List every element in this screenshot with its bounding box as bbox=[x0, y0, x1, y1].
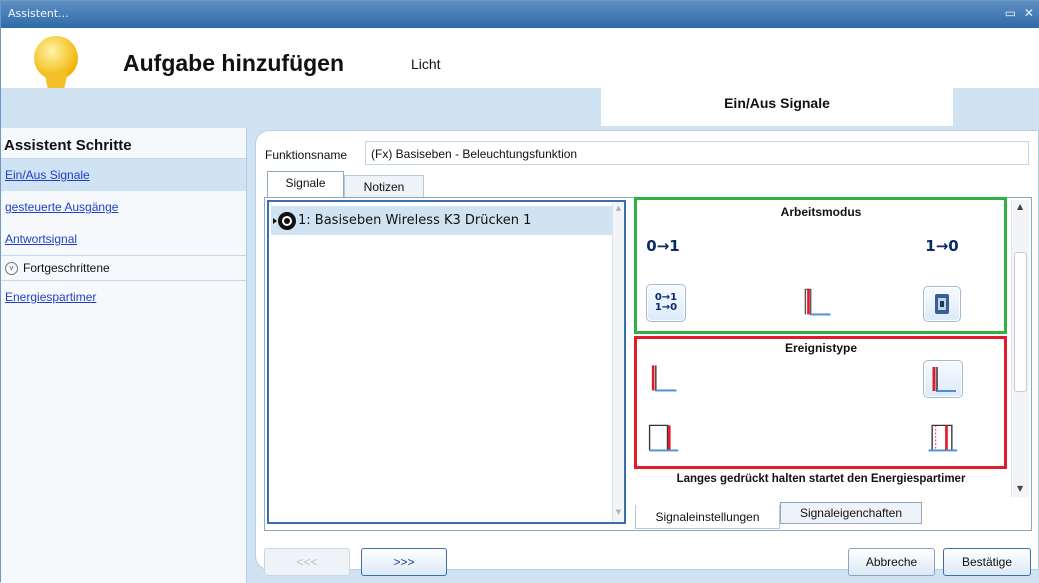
window-controls[interactable]: ▭ ✕ bbox=[1005, 6, 1036, 20]
advanced-toggle[interactable]: ˅ Fortgeschrittene bbox=[1, 255, 246, 281]
tab-notizen[interactable]: Notizen bbox=[344, 175, 424, 197]
ereignistype-highlight bbox=[634, 336, 1007, 469]
next-button[interactable]: >>> bbox=[361, 548, 447, 576]
step-ein-aus-signale[interactable]: Ein/Aus Signale bbox=[1, 159, 246, 191]
assistant-window: Assistent... ▭ ✕ Aufgabe hinzufügen Lich… bbox=[0, 0, 1039, 583]
step-gesteuerte-ausgaenge[interactable]: gesteuerte Ausgänge bbox=[1, 191, 246, 223]
arbeitsmodus-highlight bbox=[634, 197, 1007, 334]
tab-signaleinstellungen[interactable]: Signaleinstellungen bbox=[635, 505, 780, 529]
wizard-steps-sidebar: Assistent Schritte Ein/Aus Signale geste… bbox=[1, 128, 247, 583]
section-tab: Ein/Aus Signale bbox=[601, 81, 953, 126]
confirm-button[interactable]: Bestätige bbox=[943, 548, 1031, 576]
tab-signale[interactable]: Signale bbox=[267, 171, 344, 197]
sidebar-heading: Assistent Schritte bbox=[1, 128, 246, 159]
scroll-down-icon: ▼ bbox=[1017, 484, 1024, 493]
function-name-input[interactable]: (Fx) Basiseben - Beleuchtungsfunktion bbox=[365, 141, 1029, 165]
signal-list-scrollbar[interactable]: ▲ ▼ bbox=[612, 202, 624, 522]
advanced-label: Fortgeschrittene bbox=[23, 261, 110, 275]
scroll-down-icon: ▼ bbox=[615, 508, 622, 516]
window-title: Assistent... bbox=[8, 7, 69, 20]
function-name-label: Funktionsname bbox=[265, 148, 348, 162]
signal-label: 1: Basiseben Wireless K3 Drücken 1 bbox=[298, 213, 532, 228]
page-subtitle: Licht bbox=[411, 56, 441, 72]
signal-list[interactable]: 1: Basiseben Wireless K3 Drücken 1 ▲ ▼ bbox=[267, 200, 626, 524]
tab-signaleigenchaften[interactable]: Signaleigenchaften bbox=[780, 502, 922, 524]
header: Aufgabe hinzufügen Licht Ein/Aus Signale bbox=[1, 28, 1039, 128]
step-energiespartimer[interactable]: Energiespartimer bbox=[1, 281, 246, 313]
scroll-up-icon: ▲ bbox=[615, 204, 622, 212]
long-press-title: Langes gedrückt halten startet den Energ… bbox=[676, 473, 966, 485]
scroll-up-icon: ▲ bbox=[1017, 202, 1024, 211]
settings-scrollbar[interactable]: ▲ ▼ bbox=[1011, 200, 1029, 497]
signal-row[interactable]: 1: Basiseben Wireless K3 Drücken 1 bbox=[271, 206, 613, 235]
cancel-button[interactable]: Abbreche bbox=[848, 548, 935, 576]
step-antwortsignal[interactable]: Antwortsignal bbox=[1, 223, 246, 255]
scroll-thumb[interactable] bbox=[1014, 252, 1027, 392]
chevron-down-icon: ˅ bbox=[5, 261, 18, 275]
title-bar: Assistent... ▭ ✕ bbox=[1, 1, 1039, 28]
wireless-button-icon bbox=[273, 211, 296, 230]
page-title: Aufgabe hinzufügen bbox=[123, 50, 345, 76]
back-button[interactable]: <<< bbox=[264, 548, 350, 576]
